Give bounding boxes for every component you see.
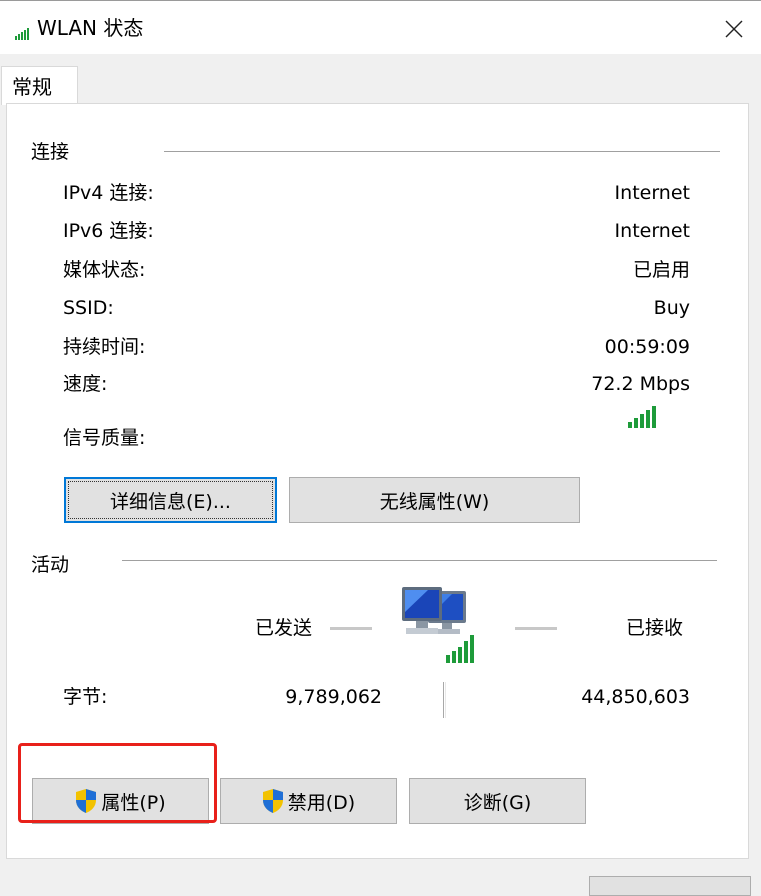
wifi-signal-icon: [15, 28, 29, 40]
signal-bar: [640, 414, 644, 428]
details-button[interactable]: 详细信息(E)...: [64, 477, 277, 523]
signal-bar: [652, 406, 656, 428]
diagnose-button[interactable]: 诊断(G): [409, 778, 586, 824]
activity-divider: [122, 560, 717, 561]
tab-general[interactable]: 常规: [1, 66, 78, 105]
media-state-value: 已启用: [632, 259, 690, 281]
details-button-label: 详细信息(E)...: [110, 490, 231, 513]
sent-line: [330, 627, 372, 630]
duration-label: 持续时间:: [63, 336, 146, 358]
ssid-value: Buy: [653, 297, 690, 319]
connection-section-label: 连接: [31, 141, 70, 163]
network-computers-icon: [402, 587, 474, 663]
window-top-border: [0, 0, 761, 1]
signal-quality-icon: [628, 406, 656, 428]
disable-button[interactable]: 禁用(D): [220, 778, 397, 824]
title-bar: WLAN 状态: [0, 0, 761, 54]
received-line: [515, 627, 557, 630]
close-dialog-button[interactable]: [589, 876, 751, 896]
wireless-properties-button-label: 无线属性(W): [379, 490, 490, 513]
close-button[interactable]: [712, 10, 756, 48]
wireless-properties-button[interactable]: 无线属性(W): [289, 477, 580, 523]
duration-value: 00:59:09: [604, 336, 690, 358]
uac-shield-icon: [262, 789, 283, 813]
sent-label: 已发送: [255, 617, 313, 639]
connection-divider: [164, 151, 720, 152]
diagnose-button-label: 诊断(G): [463, 791, 532, 814]
ipv6-label: IPv6 连接:: [63, 220, 154, 242]
tab-general-label: 常规: [12, 75, 52, 99]
window-title: WLAN 状态: [37, 16, 144, 40]
signal-bar: [628, 422, 632, 428]
received-label: 已接收: [626, 617, 684, 639]
speed-value: 72.2 Mbps: [591, 373, 690, 395]
bytes-sent-value: 9,789,062: [285, 686, 382, 708]
activity-section-label: 活动: [31, 554, 70, 576]
bytes-separator: [443, 682, 446, 718]
ipv4-label: IPv4 连接:: [63, 182, 154, 204]
signal-quality-label: 信号质量:: [63, 427, 146, 449]
speed-label: 速度:: [63, 373, 108, 395]
close-icon: [725, 20, 743, 38]
signal-bar: [646, 410, 650, 428]
ipv4-value: Internet: [614, 182, 690, 204]
bytes-received-value: 44,850,603: [581, 686, 690, 708]
disable-button-label: 禁用(D): [287, 791, 356, 814]
media-state-label: 媒体状态:: [63, 259, 146, 281]
bytes-label: 字节:: [63, 686, 108, 708]
signal-bar: [634, 418, 638, 428]
ssid-label: SSID:: [63, 297, 114, 319]
highlight-annotation: [18, 743, 217, 823]
ipv6-value: Internet: [614, 220, 690, 242]
